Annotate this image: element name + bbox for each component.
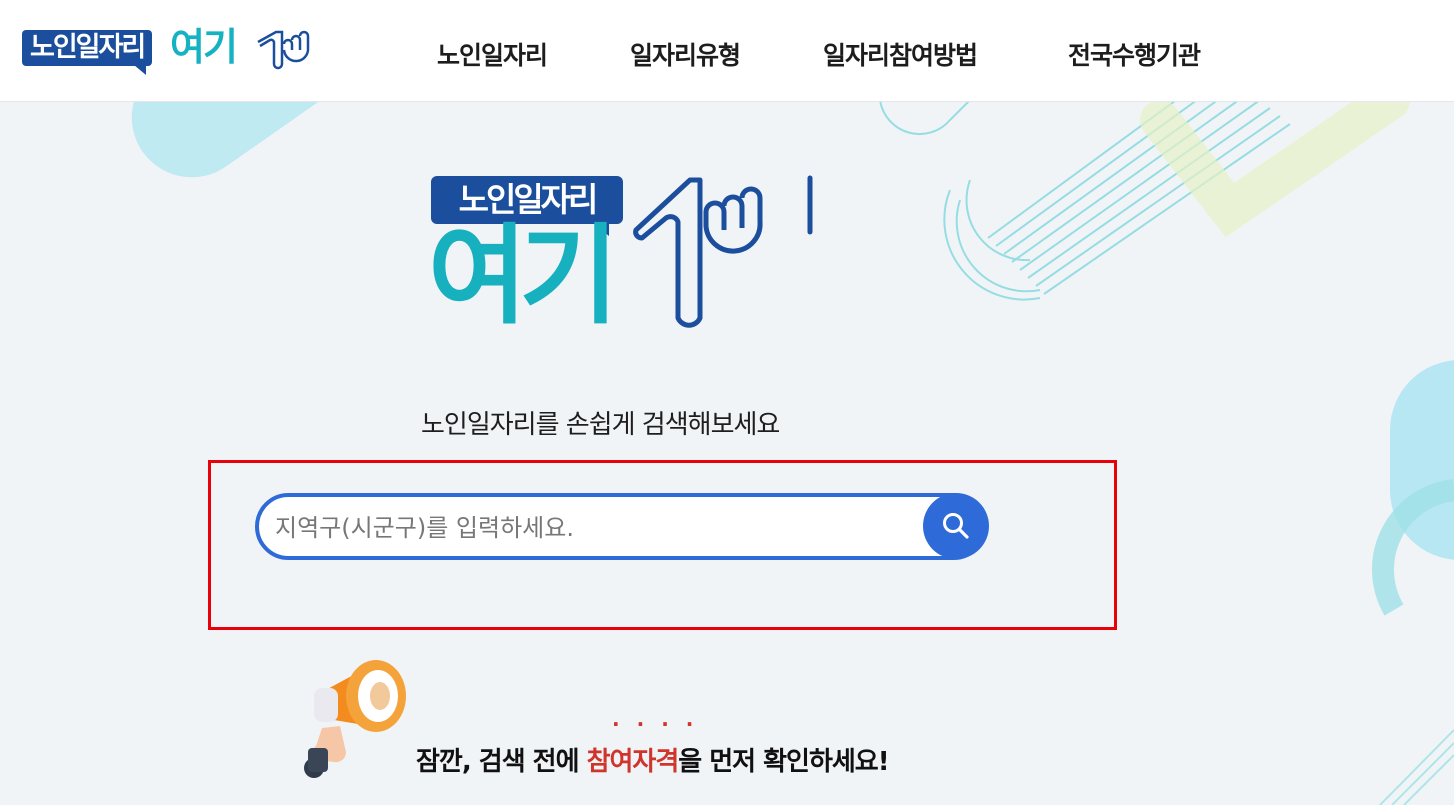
notice-suffix: 을 먼저 확인하세요! <box>678 747 889 777</box>
hero-logo: 노인일자리 여기 <box>428 172 828 332</box>
page: 노인일자리 여기 노인일자리 일자리유형 일자리참여방법 전국수행기관 노인일자… <box>0 0 1454 805</box>
hero-logo-text: 여기 <box>428 214 619 339</box>
nav-item-senior-jobs[interactable]: 노인일자리 <box>437 36 548 72</box>
pointing-hand-icon <box>633 175 813 328</box>
nav-item-how-to-participate[interactable]: 일자리참여방법 <box>823 36 978 72</box>
megaphone-icon <box>304 660 406 778</box>
search-input[interactable] <box>273 503 917 553</box>
search-button[interactable] <box>923 493 989 559</box>
site-header: 노인일자리 여기 노인일자리 일자리유형 일자리참여방법 전국수행기관 <box>0 0 1454 102</box>
nav-item-agencies[interactable]: 전국수행기관 <box>1068 36 1201 72</box>
search-bar <box>255 493 987 560</box>
notice-prefix: 잠깐, 검색 전에 <box>416 747 587 777</box>
background-decoration <box>131 0 1454 805</box>
emphasis-dots: ···· <box>612 712 711 736</box>
notice-highlight: 참여자격 <box>586 747 680 777</box>
site-logo[interactable]: 노인일자리 여기 <box>22 25 310 76</box>
logo-text: 여기 <box>170 25 238 69</box>
eligibility-notice: 잠깐, 검색 전에 참여자격을 먼저 확인하세요! <box>416 741 890 778</box>
search-subtitle: 노인일자리를 손쉽게 검색해보세요 <box>421 410 780 440</box>
pointing-hand-icon <box>257 30 310 70</box>
search-icon <box>943 513 969 539</box>
nav-item-job-types[interactable]: 일자리유형 <box>630 36 741 72</box>
logo-badge: 노인일자리 <box>22 30 153 75</box>
